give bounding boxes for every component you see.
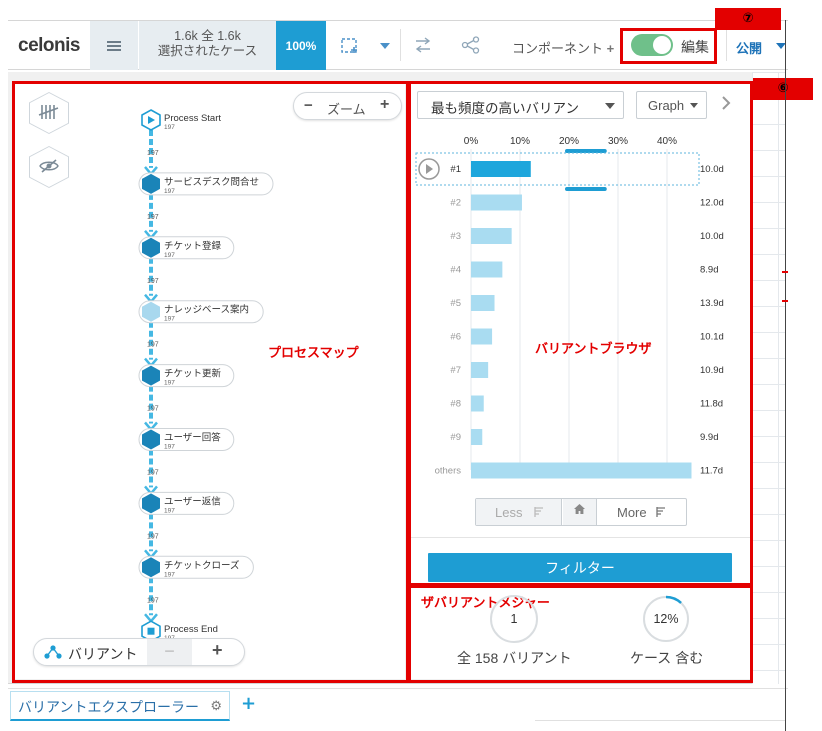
- marker-7: ⑦: [715, 8, 781, 30]
- tab-label: バリアントエクスプローラー: [18, 699, 200, 715]
- sheet-tab-bar: バリアントエクスプローラー ⚙ +: [8, 688, 788, 722]
- marker-6: ⑥: [753, 78, 813, 100]
- process-map-highlight: [12, 81, 409, 683]
- edge-mark: [782, 300, 788, 302]
- variant-measure-highlight: [408, 585, 753, 683]
- app-root: celonis 1.6k 全 1.6k 選択されたケース 100% コンポーネン…: [0, 0, 822, 731]
- edge-mark: [782, 271, 788, 273]
- variant-browser-highlight: [408, 81, 753, 586]
- tab-variant-explorer[interactable]: バリアントエクスプローラー ⚙: [10, 691, 230, 721]
- edit-toggle-highlight: [620, 28, 717, 64]
- gear-icon[interactable]: ⚙: [210, 698, 222, 714]
- window-frame-edge: [785, 20, 786, 731]
- tab-bar-rule: [535, 720, 785, 721]
- add-tab-button[interactable]: +: [241, 693, 256, 714]
